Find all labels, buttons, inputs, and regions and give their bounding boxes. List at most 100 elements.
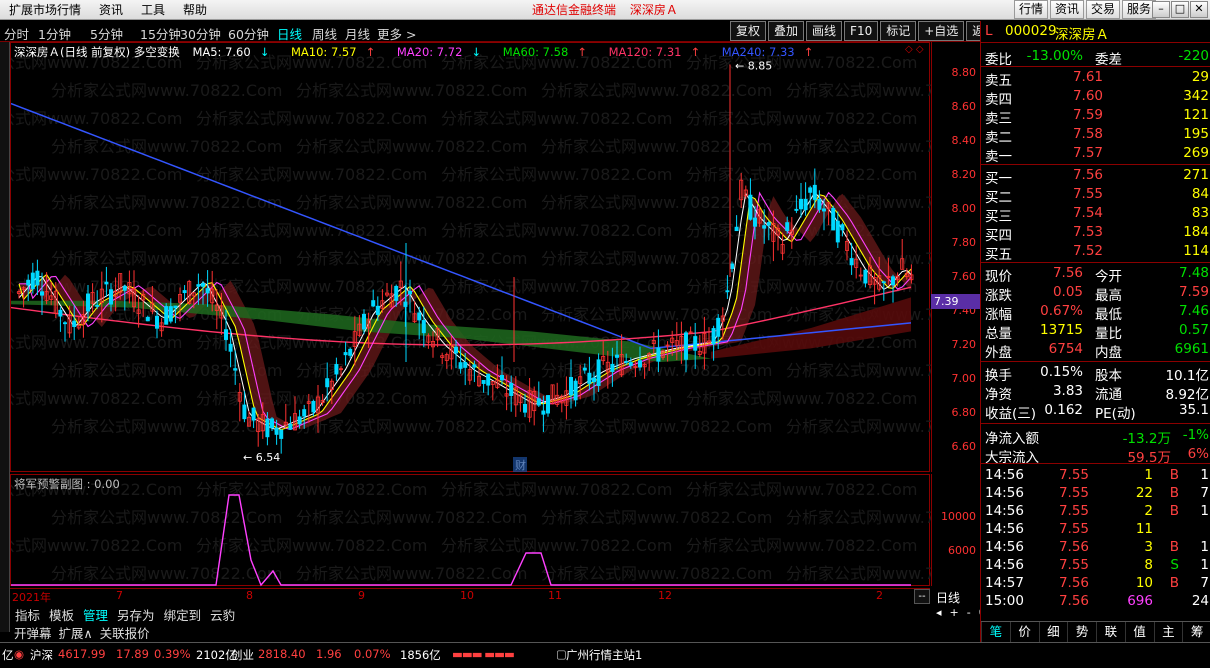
watermark-text: 分析家公式网www.70822.Com: [686, 109, 917, 128]
tab-period-60min[interactable]: 60分钟: [228, 24, 269, 43]
minimize-icon[interactable]: –: [1152, 1, 1170, 18]
ask-row[interactable]: 卖四 7.60 342: [981, 88, 1210, 108]
quote-tab[interactable]: 势: [1067, 622, 1096, 642]
candle-body: [536, 398, 541, 406]
tick-count: 1: [1200, 557, 1209, 573]
overlay-button[interactable]: 叠加: [768, 21, 805, 41]
add-watchlist-button[interactable]: +自选: [918, 21, 965, 41]
mark-button[interactable]: 标记: [880, 21, 917, 41]
bid-price: 7.54: [1072, 205, 1103, 221]
candle-body: [822, 208, 827, 212]
stat-value: 7.48: [1178, 265, 1209, 281]
quote-tab[interactable]: 价: [1009, 622, 1039, 642]
tab-period-monthly[interactable]: 月线: [345, 24, 370, 43]
barrage-toggle[interactable]: 开弹幕: [14, 623, 52, 642]
panel-divider: [981, 463, 1210, 464]
close-icon[interactable]: ✕: [1190, 1, 1208, 18]
ask-row[interactable]: 卖一 7.57 269: [981, 145, 1210, 165]
quote-tab[interactable]: 细: [1038, 622, 1068, 642]
bid-row[interactable]: 买四 7.53 184: [981, 224, 1210, 244]
tick-price: 7.56: [1058, 539, 1089, 555]
adjust-button[interactable]: 复权: [730, 21, 767, 41]
stat-row: 现价 7.56 今开 7.48: [981, 265, 1210, 285]
tab-period-daily[interactable]: 日线: [277, 24, 302, 43]
tab-save-as[interactable]: 另存为: [116, 605, 156, 624]
tab-period-weekly[interactable]: 周线: [312, 24, 337, 43]
minus-icon[interactable]: --: [914, 589, 930, 604]
watermark-text: 分析家公式网www.70822.Com: [541, 417, 772, 436]
ask-row[interactable]: 卖二 7.58 195: [981, 126, 1210, 146]
draw-button[interactable]: 画线: [806, 21, 843, 41]
related-quote-toggle[interactable]: 关联报价: [100, 623, 150, 642]
extend-toggle[interactable]: 扩展∧: [59, 623, 93, 642]
kline-canvas[interactable]: 分析家公式网www.70822.Com 分析家公式网www.70822.Com 分析…: [0, 43, 1017, 473]
tab-indicator[interactable]: 指标: [14, 605, 41, 624]
menu-button-quotes[interactable]: 行情: [1014, 0, 1049, 19]
tick-time: 14:56: [985, 467, 1024, 483]
ask-volume: 195: [1183, 126, 1209, 142]
quote-tab[interactable]: 联: [1096, 622, 1125, 642]
candle-body: [711, 328, 716, 345]
quote-header[interactable]: L 000029 深深房Ａ: [981, 23, 1210, 43]
bid-label: 买一: [985, 171, 1012, 187]
date-label: 8: [246, 589, 253, 602]
diamond-icon[interactable]: ◇ ◇: [905, 44, 924, 55]
candle-body: [361, 313, 366, 330]
indicator-canvas[interactable]: 分析家公式网www.70822.Com 分析家公式网www.70822.Com 分析…: [0, 475, 1017, 587]
candle-body: [35, 270, 40, 286]
quote-tab[interactable]: 值: [1124, 622, 1154, 642]
server-station[interactable]: 广州行情主站1: [566, 647, 642, 663]
bid-row[interactable]: 买五 7.52 114: [981, 243, 1210, 263]
maximize-icon[interactable]: □: [1171, 1, 1189, 18]
ask-label: 卖五: [985, 73, 1012, 89]
tick-price: 7.55: [1058, 485, 1089, 501]
bid-price: 7.55: [1072, 186, 1103, 202]
tab-cloud[interactable]: 云豹: [209, 605, 236, 624]
menu-item-tools[interactable]: 工具: [132, 2, 174, 18]
tab-bind[interactable]: 绑定到: [163, 605, 203, 624]
app-title: 通达信金融终端 深深房Ａ: [532, 2, 688, 18]
bid-row[interactable]: 买一 7.56 271: [981, 167, 1210, 187]
quote-tab[interactable]: 主: [1153, 622, 1183, 642]
ask-row[interactable]: 卖五 7.61 29: [981, 69, 1210, 89]
menu-button-news[interactable]: 资讯: [1050, 0, 1085, 19]
kline-chart[interactable]: 分析家公式网www.70822.Com 分析家公式网www.70822.Com 分析…: [0, 42, 1017, 473]
tab-manage[interactable]: 管理: [82, 605, 109, 624]
panel-divider: [981, 361, 1210, 362]
tab-period-1min[interactable]: 1分钟: [38, 24, 71, 43]
left-side-strip[interactable]: [0, 42, 10, 632]
up-icon[interactable]: +: [950, 606, 959, 619]
menu-button-trade[interactable]: 交易: [1086, 0, 1121, 19]
menu-item-help[interactable]: 帮助: [174, 2, 216, 18]
watermark-text: 分析家公式网www.70822.Com: [541, 137, 772, 156]
quote-tab[interactable]: 筹: [1182, 622, 1210, 642]
indicator-subchart[interactable]: 分析家公式网www.70822.Com 分析家公式网www.70822.Com 分析…: [0, 474, 1017, 587]
down-icon[interactable]: -: [967, 606, 971, 619]
tab-period-30min[interactable]: 30分钟: [180, 24, 221, 43]
weicha-value: -220: [1178, 48, 1209, 64]
candle-body: [472, 364, 477, 368]
f10-button[interactable]: F10: [844, 21, 879, 41]
bid-row[interactable]: 买三 7.54 83: [981, 205, 1210, 225]
tab-template[interactable]: 模板: [48, 605, 75, 624]
candle-body: [95, 305, 100, 307]
chart-title: 深深房Ａ(日线 前复权) 多空变换: [14, 45, 180, 59]
tab-period-5min[interactable]: 5分钟: [90, 24, 123, 43]
tab-period-more[interactable]: 更多 >: [377, 24, 416, 43]
ask-row[interactable]: 卖三 7.59 121: [981, 107, 1210, 127]
quote-tab[interactable]: 笔: [981, 622, 1010, 642]
index-cy-label: 创业: [231, 648, 254, 662]
stock-code: 000029: [1005, 23, 1057, 39]
tick-row: 14:56 7.56 3 B 1: [981, 539, 1210, 557]
candle-body: [196, 284, 201, 287]
ask-price: 7.57: [1072, 145, 1103, 161]
candle-body: [104, 281, 109, 285]
left-arrow-icon[interactable]: ◂: [936, 606, 942, 619]
menu-item-news[interactable]: 资讯: [90, 2, 132, 18]
tab-period-15min[interactable]: 15分钟: [140, 24, 181, 43]
stat-label: 收益(三): [985, 406, 1037, 422]
menu-button-service[interactable]: 服务: [1122, 0, 1157, 19]
tab-period-timeshare[interactable]: 分时: [4, 24, 29, 43]
bid-row[interactable]: 买二 7.55 84: [981, 186, 1210, 206]
menu-item-market[interactable]: 扩展市场行情: [0, 2, 90, 18]
